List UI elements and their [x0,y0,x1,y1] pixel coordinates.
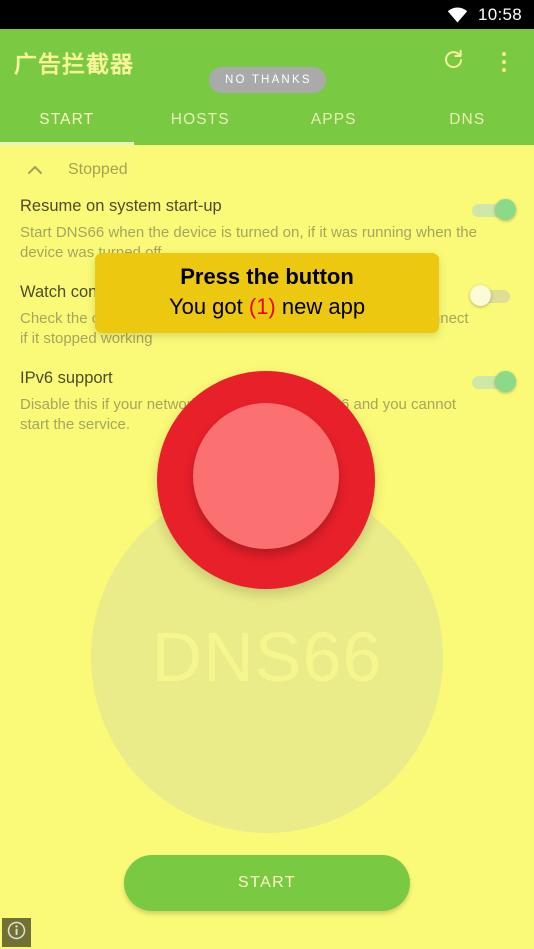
status-collapse-row[interactable]: Stopped [0,145,534,191]
app-bar: 广告拦截器 NO THANKS [0,29,534,95]
toggle-thumb [495,371,516,392]
red-circle-ad-button[interactable] [157,371,375,589]
tab-dns[interactable]: DNS [401,95,534,145]
tab-start[interactable]: START [0,95,134,145]
tab-hosts[interactable]: HOSTS [134,95,268,145]
overflow-menu-icon [502,52,506,72]
tooltip-subline-before: You got [168,294,249,319]
toggle-resume-on-startup[interactable] [470,199,516,221]
app-bar-actions [432,29,526,95]
tooltip-headline: Press the button [180,264,354,289]
no-thanks-button[interactable]: NO THANKS [209,67,326,93]
start-button-label: START [238,874,296,891]
toggle-thumb [470,285,491,306]
dns66-logo-text: DNS66 [151,618,383,696]
status-bar: 10:58 [0,0,534,29]
wifi-icon [447,7,468,23]
refresh-icon [442,48,466,77]
setting-title: Resume on system start-up [20,197,222,215]
tab-bar: START HOSTS APPS DNS [0,95,534,145]
ad-info-badge[interactable] [2,918,31,947]
status-bar-time: 10:58 [477,4,522,24]
tooltip-count: (1) [248,294,276,319]
app-title: 广告拦截器 [14,51,134,77]
toggle-thumb [495,199,516,220]
red-circle-inner [193,403,339,549]
chevron-up-icon [24,159,46,181]
overflow-menu-button[interactable] [482,40,526,84]
app-screen: 10:58 广告拦截器 NO THANKS START HOSTS APPS D… [0,0,534,949]
refresh-button[interactable] [432,40,476,84]
info-icon [7,921,26,945]
toggle-ipv6-support[interactable] [470,371,516,393]
tooltip-subline: You got (1) new app [169,292,365,322]
toggle-watch-connection[interactable] [470,285,516,307]
service-status-label: Stopped [68,161,128,178]
tab-apps[interactable]: APPS [267,95,401,145]
start-service-button[interactable]: START [124,855,410,911]
ad-tooltip[interactable]: Press the button You got (1) new app [95,253,439,333]
tooltip-subline-after: new app [275,294,366,319]
